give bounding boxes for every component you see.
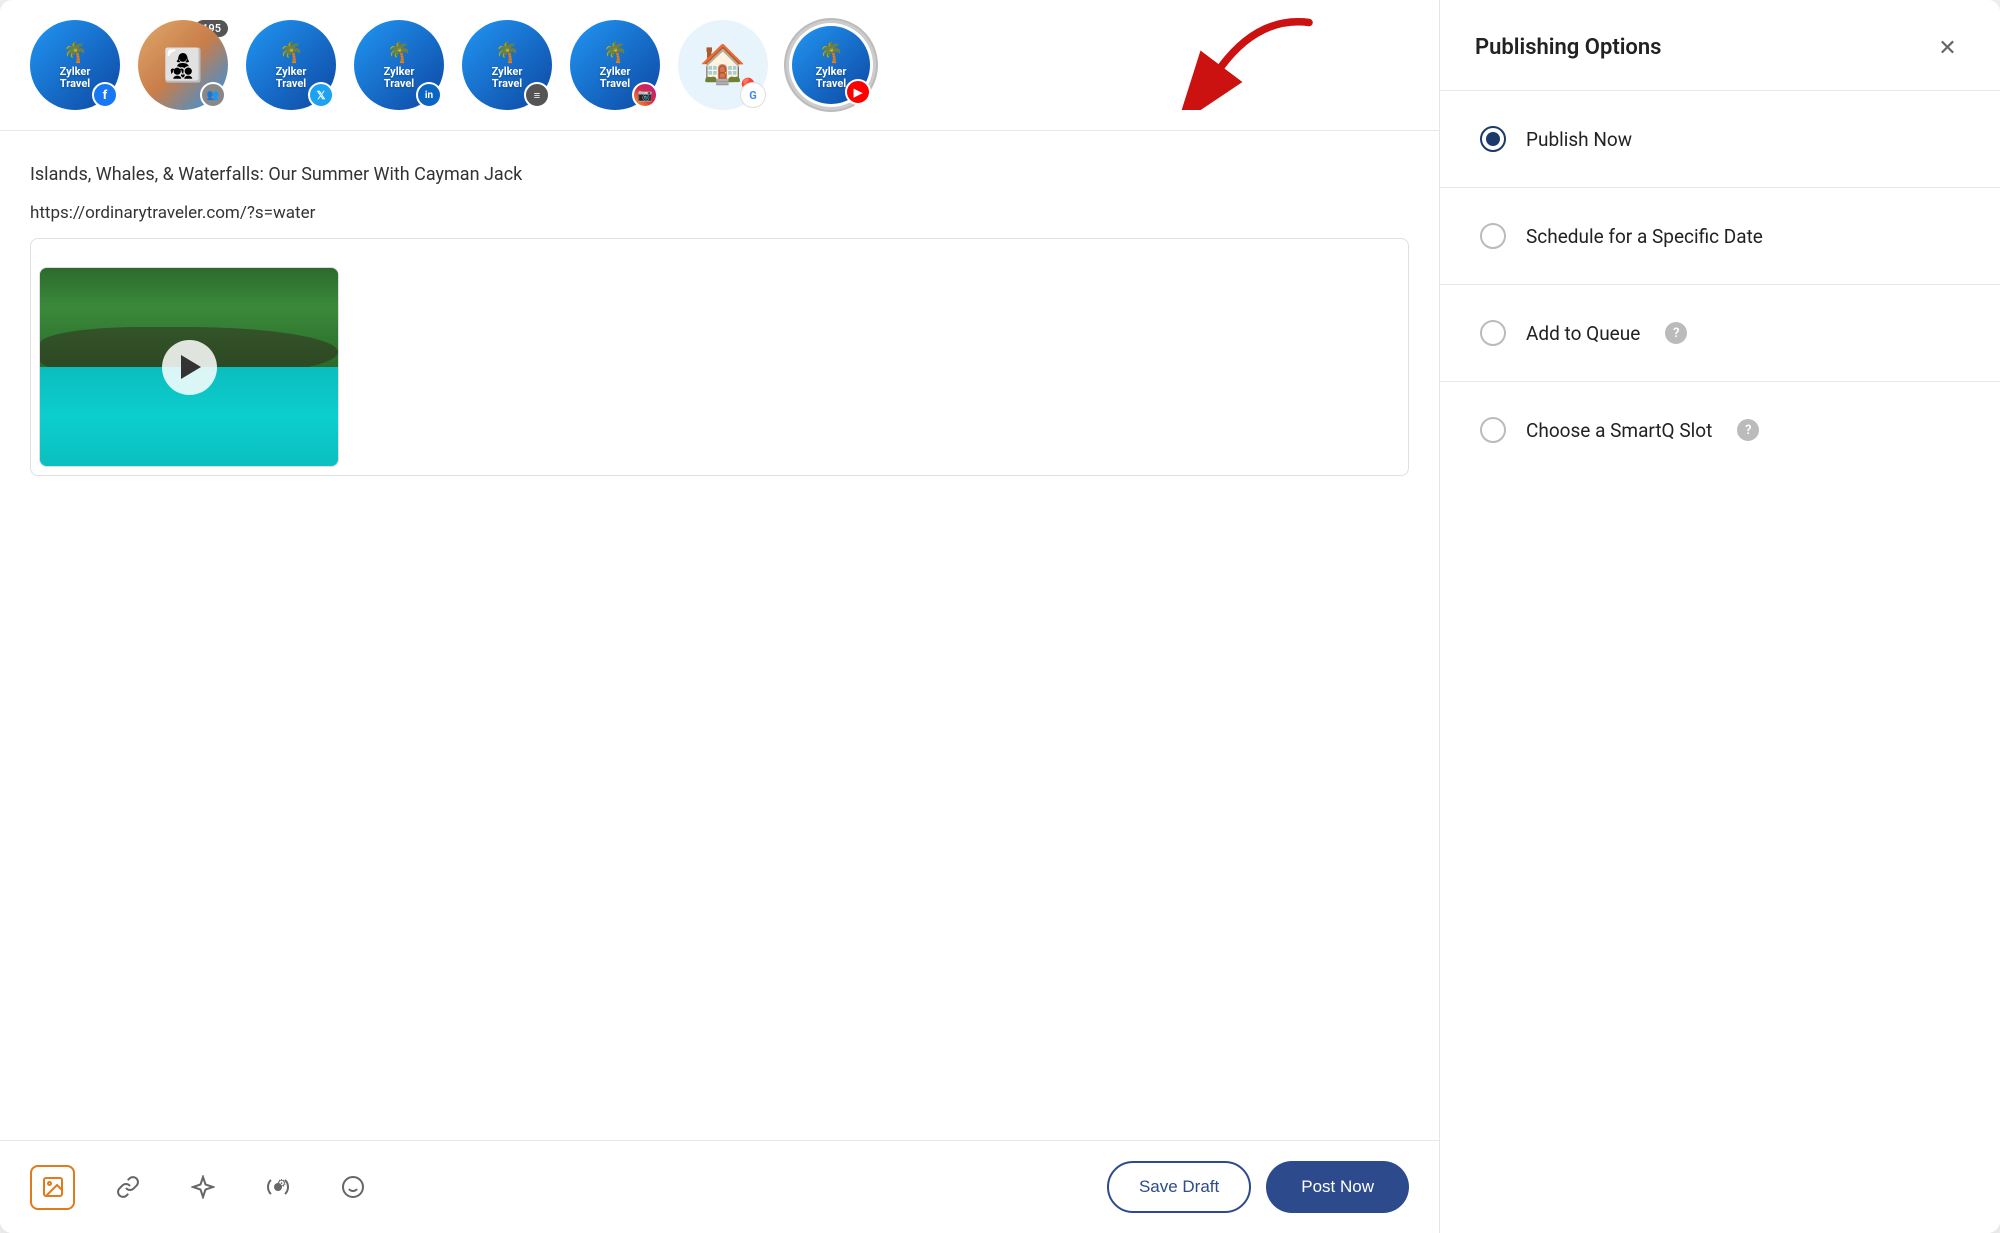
link-tool-button[interactable]: [105, 1165, 150, 1210]
radio-inner-publish-now: [1486, 132, 1500, 146]
play-button[interactable]: [162, 340, 217, 395]
option-smartq-slot[interactable]: Choose a SmartQ Slot ?: [1440, 382, 2000, 478]
add-to-queue-help-icon[interactable]: ?: [1665, 322, 1687, 344]
emoji-tool-button[interactable]: [330, 1165, 375, 1210]
radio-add-to-queue[interactable]: [1480, 320, 1506, 346]
toolbar-actions: Save Draft Post Now: [1107, 1161, 1409, 1213]
publishing-options-list: Publish Now Schedule for a Specific Date…: [1440, 91, 2000, 478]
link-icon: [116, 1175, 140, 1199]
facebook-badge: f: [92, 82, 118, 108]
video-thumbnail-wrapper: [30, 238, 1409, 476]
magic-tool-button[interactable]: [180, 1165, 225, 1210]
linkedin-badge: in: [416, 82, 442, 108]
google-badge: G: [740, 82, 766, 108]
image-tool-button[interactable]: [30, 1165, 75, 1210]
account-linkedin[interactable]: 🌴 ZylkerTravel in: [354, 20, 444, 110]
emoji-icon: [341, 1175, 365, 1199]
option-schedule-date[interactable]: Schedule for a Specific Date: [1440, 188, 2000, 285]
option-label-publish-now: Publish Now: [1526, 128, 1632, 151]
account-team[interactable]: 195 👩‍👧‍👦 👥: [138, 20, 228, 110]
right-panel: Publishing Options ✕ Publish Now Schedul…: [1440, 0, 2000, 1233]
account-facebook[interactable]: 🌴 ZylkerTravel f: [30, 20, 120, 110]
panel-header: Publishing Options ✕: [1440, 0, 2000, 91]
image-icon: [41, 1175, 65, 1199]
option-publish-now[interactable]: Publish Now: [1440, 91, 2000, 188]
post-title: Islands, Whales, & Waterfalls: Our Summe…: [30, 161, 1409, 188]
smartq-help-icon[interactable]: ?: [1737, 419, 1759, 441]
save-draft-button[interactable]: Save Draft: [1107, 1161, 1251, 1213]
option-label-add-to-queue: Add to Queue: [1526, 322, 1640, 345]
play-triangle-icon: [181, 355, 201, 379]
close-panel-button[interactable]: ✕: [1930, 30, 1965, 65]
panel-title: Publishing Options: [1475, 35, 1661, 60]
account-instagram[interactable]: 🌴 ZylkerTravel 📷: [570, 20, 660, 110]
post-now-button[interactable]: Post Now: [1266, 1161, 1409, 1213]
radio-schedule-date[interactable]: [1480, 223, 1506, 249]
option-add-to-queue[interactable]: Add to Queue ?: [1440, 285, 2000, 382]
account-youtube[interactable]: 🌴 ZylkerTravel ▶: [786, 20, 876, 110]
option-label-schedule-date: Schedule for a Specific Date: [1526, 225, 1763, 248]
toolbar-icons: ⚙: [30, 1165, 375, 1210]
media-tool-button[interactable]: ⚙: [255, 1165, 300, 1210]
red-arrow-indicator: [1179, 10, 1339, 110]
notes-badge: ≡: [524, 82, 550, 108]
left-panel: 🌴 ZylkerTravel f 195 👩‍👧‍👦 👥 🌴 ZylkerTra…: [0, 0, 1440, 1233]
team-badge: 👥: [200, 82, 226, 108]
twitter-badge: 𝕏: [308, 82, 334, 108]
option-label-smartq-slot: Choose a SmartQ Slot: [1526, 419, 1712, 442]
app-container: 🌴 ZylkerTravel f 195 👩‍👧‍👦 👥 🌴 ZylkerTra…: [0, 0, 2000, 1233]
youtube-badge: ▶: [845, 79, 871, 105]
video-thumbnail[interactable]: [39, 267, 339, 467]
post-link[interactable]: https://ordinarytraveler.com/?s=water: [30, 203, 1409, 223]
account-twitter[interactable]: 🌴 ZylkerTravel 𝕏: [246, 20, 336, 110]
accounts-row: 🌴 ZylkerTravel f 195 👩‍👧‍👦 👥 🌴 ZylkerTra…: [0, 0, 1439, 131]
bottom-toolbar: ⚙ Save Draft Post Now: [0, 1140, 1439, 1233]
account-google[interactable]: 🏠 📍 G: [678, 20, 768, 110]
content-area: Islands, Whales, & Waterfalls: Our Summe…: [0, 131, 1439, 1140]
radio-publish-now[interactable]: [1480, 126, 1506, 152]
account-notes[interactable]: 🌴 ZylkerTravel ≡: [462, 20, 552, 110]
instagram-badge: 📷: [632, 82, 658, 108]
magic-icon: [191, 1175, 215, 1199]
radio-smartq-slot[interactable]: [1480, 417, 1506, 443]
video-background: [40, 268, 338, 466]
